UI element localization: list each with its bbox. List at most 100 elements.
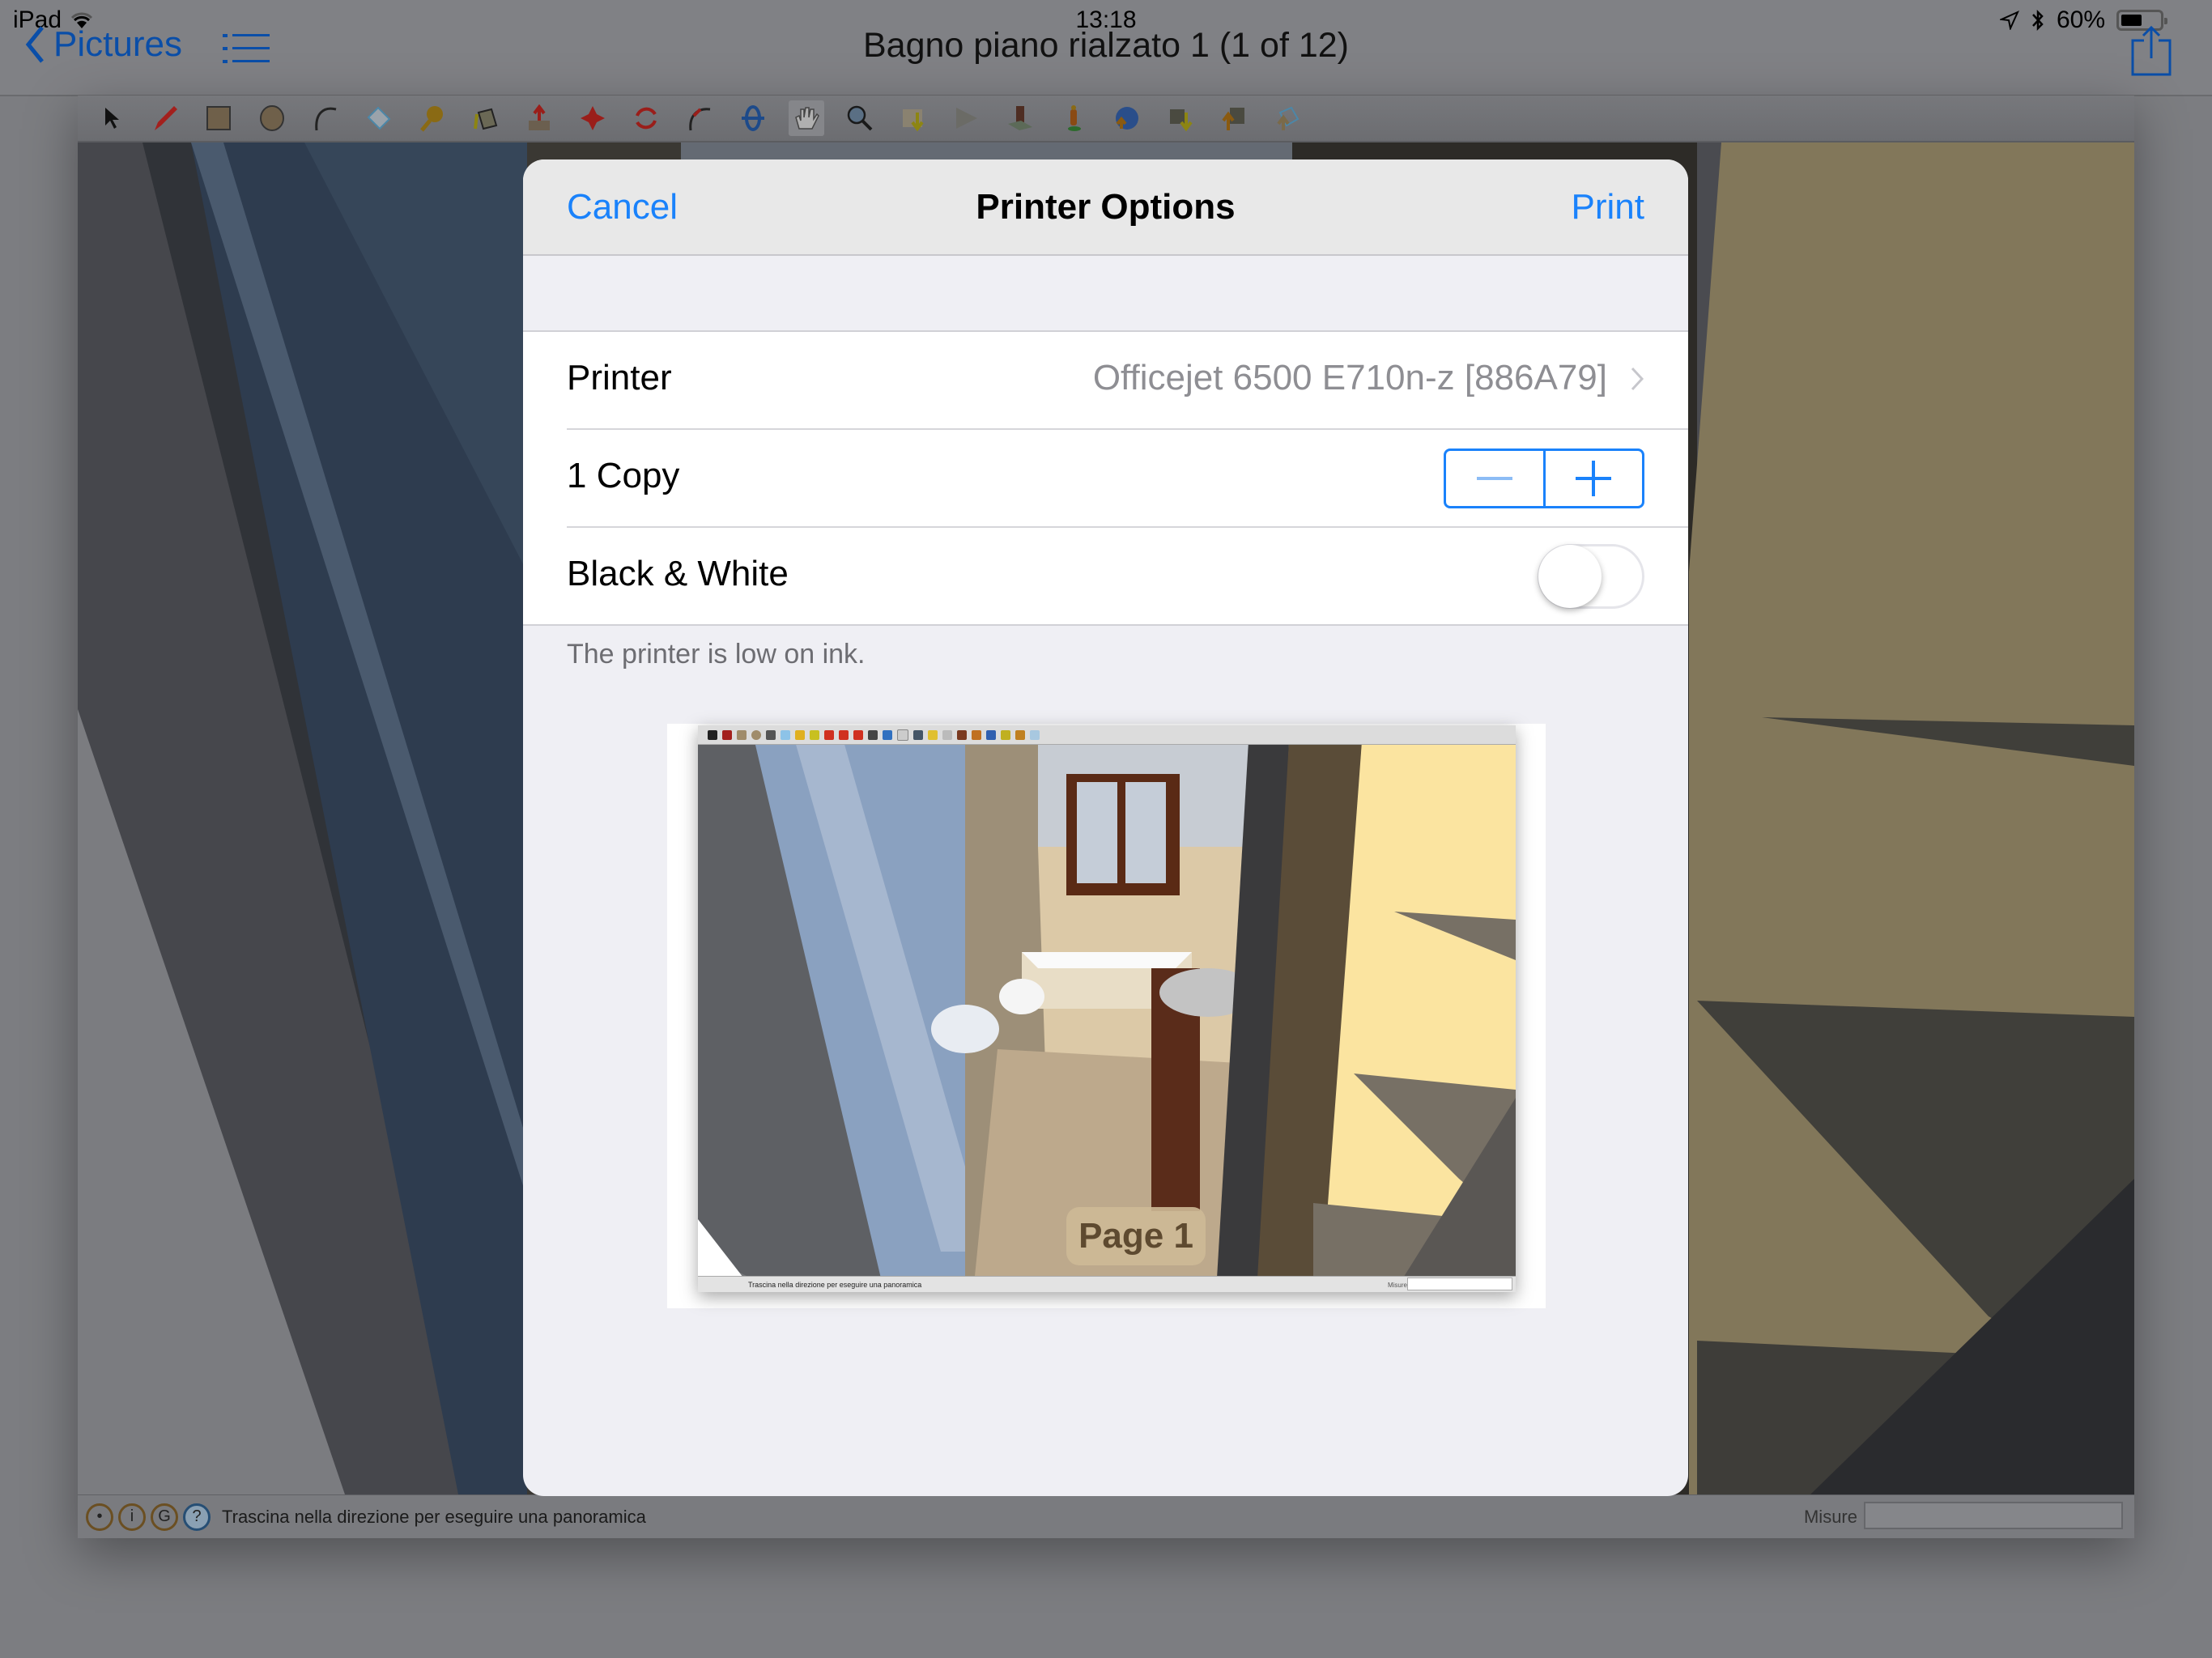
decrement-button[interactable] bbox=[1446, 451, 1543, 506]
google-earth-tool[interactable] bbox=[1109, 100, 1145, 136]
share-model-tool[interactable] bbox=[949, 100, 985, 136]
tape-measure-tool[interactable] bbox=[415, 100, 450, 136]
download-icon bbox=[1170, 109, 1193, 132]
page-number-badge: Page 1 bbox=[1066, 1207, 1206, 1265]
zoom-tool[interactable] bbox=[842, 100, 878, 136]
component-upload-tool[interactable] bbox=[1216, 100, 1252, 136]
preview-tool-icon bbox=[781, 729, 790, 740]
copies-stepper[interactable] bbox=[1444, 449, 1644, 508]
arc-tool[interactable] bbox=[308, 100, 343, 136]
preview-tool-icon bbox=[839, 729, 849, 740]
paint-bucket-icon bbox=[474, 108, 498, 130]
geo-location-icon[interactable]: • bbox=[86, 1503, 113, 1531]
rectangle-tool[interactable] bbox=[201, 100, 236, 136]
share-button[interactable] bbox=[2129, 24, 2173, 80]
arc-icon bbox=[315, 107, 337, 131]
preview-tool-icon bbox=[737, 729, 747, 740]
status-message: Trascina nella direzione per eseguire un… bbox=[222, 1506, 646, 1527]
preview-tool-icon bbox=[824, 729, 834, 740]
upload-icon bbox=[1222, 108, 1244, 130]
low-ink-warning: The printer is low on ink. bbox=[567, 639, 866, 670]
pencil-icon bbox=[155, 106, 177, 130]
follow-me-tool[interactable] bbox=[682, 100, 717, 136]
preview-tool-icon bbox=[853, 729, 863, 740]
tape-measure-icon bbox=[420, 106, 443, 132]
tool-toolbar bbox=[78, 96, 2134, 142]
pan-tool[interactable] bbox=[789, 100, 824, 136]
preview-measure-label: Misure bbox=[1387, 1282, 1407, 1289]
move-tool[interactable] bbox=[575, 100, 610, 136]
orbit-icon bbox=[742, 105, 764, 131]
black-white-label: Black & White bbox=[567, 554, 789, 593]
dialog-title: Printer Options bbox=[976, 187, 1236, 227]
globe-icon bbox=[1116, 107, 1138, 130]
person-icon bbox=[1068, 105, 1081, 131]
preview-status-text: Trascina nella direzione per eseguire un… bbox=[748, 1280, 922, 1289]
preview-tool-icon bbox=[897, 729, 908, 741]
share-icon bbox=[2131, 25, 2172, 76]
circle-tool[interactable] bbox=[254, 100, 290, 136]
preview-tool-icon bbox=[883, 729, 892, 740]
increment-button[interactable] bbox=[1542, 451, 1643, 506]
preview-tool-icon bbox=[972, 729, 981, 740]
arrow-icon bbox=[105, 108, 119, 129]
share-model-icon bbox=[956, 108, 977, 129]
model-upload-tool[interactable] bbox=[1270, 100, 1305, 136]
preview-tool-icon bbox=[913, 729, 923, 740]
preview-tool-icon bbox=[942, 729, 952, 740]
eraser-icon bbox=[367, 106, 391, 130]
preview-tool-icon bbox=[722, 729, 732, 740]
credits-icon[interactable]: i bbox=[118, 1503, 146, 1531]
printer-value: Officejet 6500 E710n-z [886A79] bbox=[1092, 358, 1607, 397]
pencil-tool[interactable] bbox=[147, 100, 183, 136]
copies-row: 1 Copy bbox=[567, 430, 1688, 528]
components-icon bbox=[1008, 106, 1032, 130]
options-group: Printer Officejet 6500 E710n-z [886A79] … bbox=[523, 330, 1688, 626]
plus-icon bbox=[1576, 461, 1612, 496]
circle-icon bbox=[260, 105, 284, 131]
preview-tool-icon bbox=[1015, 729, 1025, 740]
dialog-header: Cancel Printer Options Print bbox=[523, 159, 1688, 256]
preview-tool-icon bbox=[928, 729, 938, 740]
printer-options-dialog: Cancel Printer Options Print Printer Off… bbox=[523, 159, 1688, 1496]
preview-tool-icon bbox=[751, 729, 761, 740]
get-models-icon bbox=[903, 109, 924, 132]
rotate-icon bbox=[636, 107, 657, 130]
black-white-row: Black & White bbox=[567, 528, 1688, 624]
preview-tool-icon bbox=[795, 729, 805, 740]
google-signin-icon[interactable]: G bbox=[151, 1503, 178, 1531]
paint-bucket-tool[interactable] bbox=[468, 100, 504, 136]
eraser-tool[interactable] bbox=[361, 100, 397, 136]
hand-icon bbox=[795, 107, 819, 130]
preview-tool-icon bbox=[868, 729, 878, 740]
preview-tool-icon bbox=[810, 729, 819, 740]
rectangle-icon bbox=[206, 106, 231, 130]
measure-input[interactable] bbox=[1864, 1502, 2123, 1529]
app-status-bar: • i G ? Trascina nella direzione per ese… bbox=[78, 1494, 2134, 1538]
document-title: Bagno piano rialzato 1 (1 of 12) bbox=[862, 26, 1349, 65]
component-download-tool[interactable] bbox=[1163, 100, 1198, 136]
print-button[interactable]: Print bbox=[1572, 187, 1644, 227]
copies-label: 1 Copy bbox=[567, 456, 680, 495]
components-tool[interactable] bbox=[1002, 100, 1038, 136]
preview-tool-icon bbox=[986, 729, 996, 740]
preview-tool-icon bbox=[1030, 729, 1040, 740]
minus-icon bbox=[1476, 477, 1512, 480]
select-tool[interactable] bbox=[94, 100, 130, 136]
orbit-tool[interactable] bbox=[735, 100, 771, 136]
help-icon[interactable]: ? bbox=[183, 1503, 211, 1531]
chevron-right-icon bbox=[1631, 367, 1644, 391]
printer-row[interactable]: Printer Officejet 6500 E710n-z [886A79] bbox=[567, 332, 1688, 430]
get-models-tool[interactable] bbox=[895, 100, 931, 136]
preview-status-bar: Trascina nella direzione per eseguire un… bbox=[698, 1276, 1516, 1292]
preview-page: Trascina nella direzione per eseguire un… bbox=[698, 725, 1516, 1292]
rotate-tool[interactable] bbox=[628, 100, 664, 136]
black-white-toggle[interactable] bbox=[1538, 544, 1644, 609]
move-icon bbox=[581, 106, 605, 130]
push-pull-tool[interactable] bbox=[521, 100, 557, 136]
push-pull-icon bbox=[529, 104, 550, 130]
preview-tool-icon bbox=[1001, 729, 1010, 740]
print-preview[interactable]: Trascina nella direzione per eseguire un… bbox=[667, 724, 1546, 1308]
position-camera-tool[interactable] bbox=[1056, 100, 1091, 136]
preview-measure-field bbox=[1407, 1278, 1512, 1290]
